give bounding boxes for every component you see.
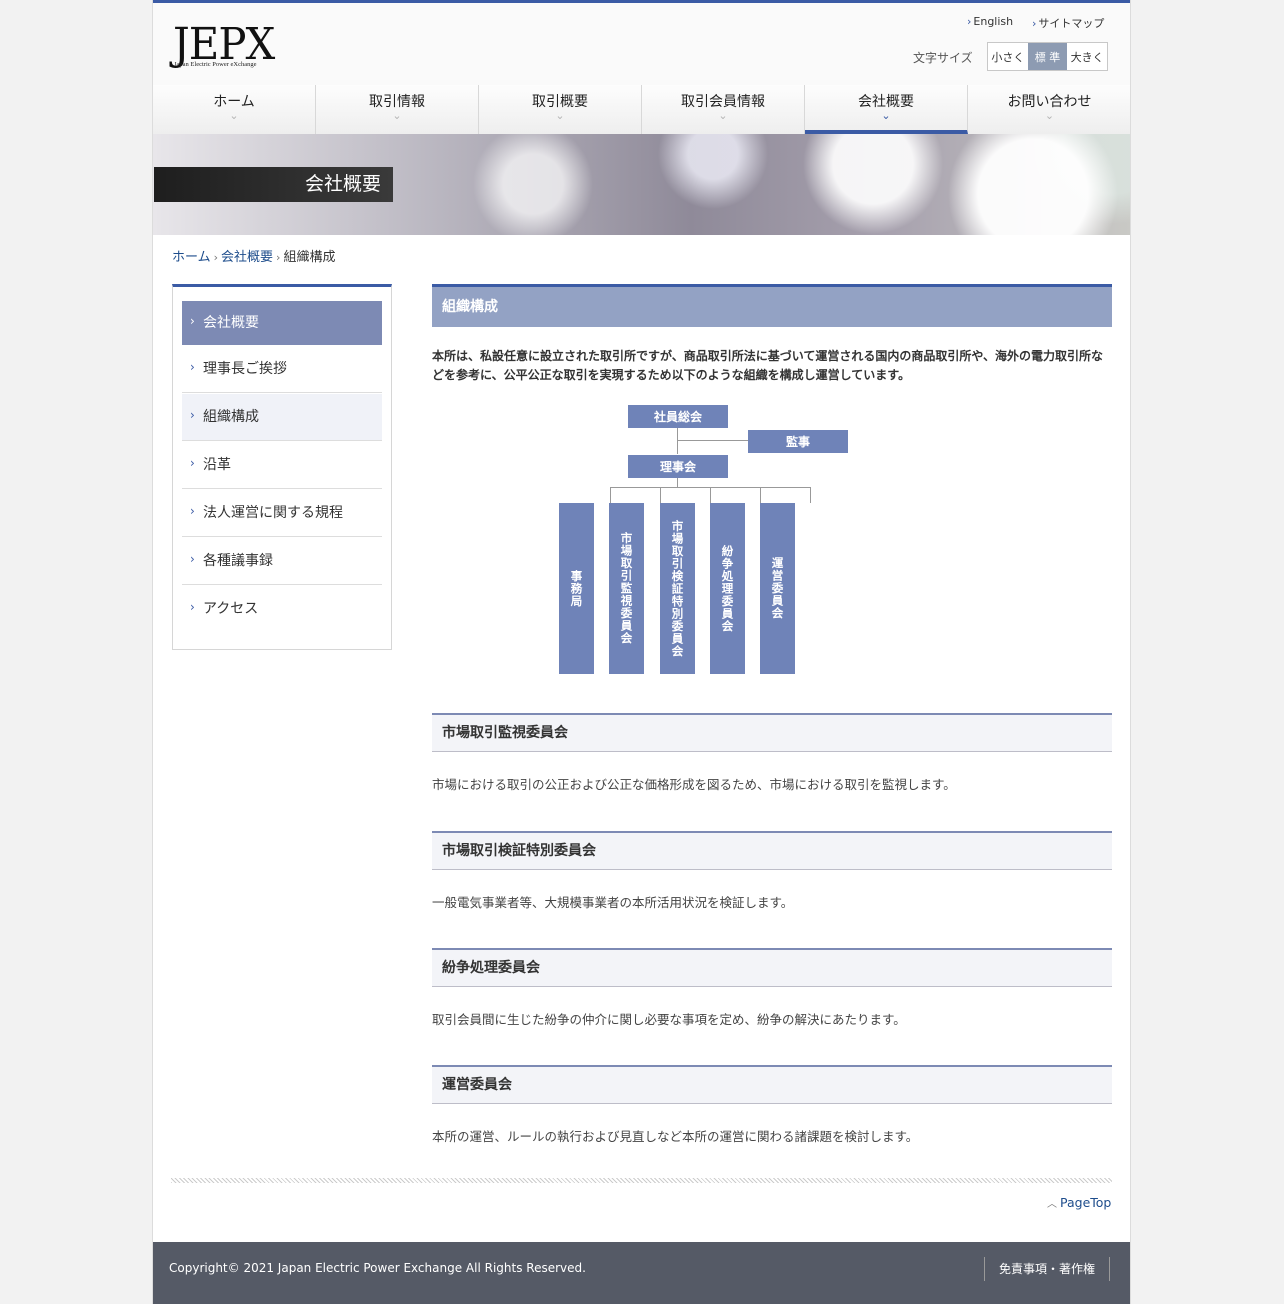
chevron-right-icon: › [967, 15, 972, 28]
org-operation-committee: 運営委員会 [760, 503, 795, 674]
hero-banner: 会社概要 [153, 134, 1130, 235]
org-auditor: 監事 [748, 430, 848, 453]
disclaimer-link[interactable]: 免責事項・著作権 [984, 1257, 1110, 1281]
org-secretariat: 事務局 [559, 503, 594, 674]
font-size-large-button[interactable]: 大きく [1067, 43, 1107, 70]
gnav-home[interactable]: ホーム ⌄ [153, 85, 316, 134]
font-size-switcher: 小さく 標 準 大きく [987, 42, 1108, 71]
footer: Copyright© 2021 Japan Electric Power Exc… [153, 1242, 1130, 1304]
sidebar: › 会社概要 › 理事長ご挨拶 › 組織構成 › 沿革 › 法人運営に関する規程 › 各種議… [172, 284, 392, 650]
org-special-verification-committee: 市場取引検証特別委員会 [660, 503, 695, 674]
gnav-trade-overview[interactable]: 取引概要 ⌄ [479, 85, 642, 134]
org-line [810, 487, 811, 503]
page-title: 組織構成 [432, 284, 1112, 327]
chevron-right-icon: › [190, 552, 195, 566]
org-line [677, 440, 749, 441]
sidebar-item-access[interactable]: › アクセス [182, 586, 382, 633]
gnav-member-info[interactable]: 取引会員情報 ⌄ [642, 85, 805, 134]
org-dispute-committee: 紛争処理委員会 [710, 503, 745, 674]
chevron-right-icon: › [213, 251, 219, 264]
section-title-verification: 市場取引検証特別委員会 [432, 831, 1112, 870]
org-line [760, 487, 761, 503]
section-title-monitoring: 市場取引監視委員会 [432, 713, 1112, 752]
chevron-right-icon: › [190, 408, 195, 422]
org-line [710, 487, 711, 503]
sidebar-item-greeting[interactable]: › 理事長ご挨拶 [182, 346, 382, 393]
sidebar-item-history[interactable]: › 沿革 [182, 442, 382, 489]
chevron-right-icon: › [190, 456, 195, 470]
sidebar-item-regulations[interactable]: › 法人運営に関する規程 [182, 490, 382, 537]
chevron-up-icon: ︿ [1047, 1199, 1057, 1210]
header: JEPX Japan Electric Power eXchange › Engl… [153, 3, 1130, 85]
logo-subtext: Japan Electric Power eXchange [174, 61, 257, 68]
breadcrumb-home[interactable]: ホーム [172, 250, 211, 265]
chevron-down-icon: ⌄ [1044, 109, 1055, 122]
org-chart: 社員総会 監事 理事会 事務局 市場取引監視委員会 市場取引検証特別委員会 紛争… [559, 405, 918, 675]
intro-text: 本所は、私設任意に設立された取引所ですが、商品取引所法に基づいて運営される国内の… [432, 349, 1104, 382]
gnav-contact[interactable]: お問い合わせ ⌄ [968, 85, 1131, 134]
org-general-meeting: 社員総会 [628, 405, 728, 428]
chevron-down-icon: ⌄ [881, 109, 891, 122]
breadcrumb-company[interactable]: 会社概要 [221, 250, 273, 265]
org-line [677, 428, 678, 454]
copyright: Copyright© 2021 Japan Electric Power Exc… [169, 1261, 586, 1275]
pagetop-link[interactable]: ︿ PageTop [1047, 1195, 1111, 1210]
section-text-dispute: 取引会員間に生じた紛争の仲介に関し必要な事項を定め、紛争の解決にあたります。 [432, 1012, 906, 1027]
jepx-logo[interactable]: JEPX Japan Electric Power eXchange [173, 23, 283, 73]
breadcrumb: ホーム › 会社概要 › 組織構成 [172, 246, 335, 265]
english-link[interactable]: › English [967, 15, 1013, 28]
org-line [610, 487, 611, 503]
org-line [660, 487, 661, 503]
org-board: 理事会 [628, 455, 728, 478]
divider [171, 1178, 1112, 1183]
section-text-verification: 一般電気事業者等、大規模事業者の本所活用状況を検証します。 [432, 895, 794, 910]
section-title-operation: 運営委員会 [432, 1065, 1112, 1104]
section-text-operation: 本所の運営、ルールの執行および見直しなど本所の運営に関わる諸課題を検討します。 [432, 1129, 919, 1144]
chevron-right-icon: › [190, 314, 195, 328]
sidebar-item-organization[interactable]: › 組織構成 [182, 394, 382, 441]
org-market-monitoring-committee: 市場取引監視委員会 [609, 503, 644, 674]
section-text-monitoring: 市場における取引の公正および公正な価格形成を図るため、市場における取引を監視しま… [432, 777, 956, 792]
chevron-down-icon: ⌄ [718, 109, 728, 122]
font-size-label: 文字サイズ [913, 51, 973, 65]
breadcrumb-current: 組織構成 [283, 250, 336, 265]
sidebar-item-minutes[interactable]: › 各種議事録 [182, 538, 382, 585]
chevron-down-icon: ⌄ [392, 109, 402, 122]
sidebar-heading[interactable]: › 会社概要 [182, 301, 382, 345]
chevron-right-icon: › [190, 360, 195, 374]
sitemap-link[interactable]: › サイトマップ [1032, 15, 1104, 31]
gnav-trade-info[interactable]: 取引情報 ⌄ [316, 85, 479, 134]
page: JEPX Japan Electric Power eXchange › Engl… [152, 0, 1131, 1304]
chevron-down-icon: ⌄ [555, 109, 565, 122]
chevron-right-icon: › [1032, 17, 1037, 30]
chevron-right-icon: › [190, 600, 195, 614]
font-size-small-button[interactable]: 小さく [988, 43, 1028, 70]
global-nav: ホーム ⌄ 取引情報 ⌄ 取引概要 ⌄ 取引会員情報 ⌄ 会社概要 ⌄ お問い合わせ ⌄ [153, 85, 1130, 135]
chevron-down-icon: ⌄ [229, 109, 239, 122]
hero-title: 会社概要 [154, 167, 393, 202]
chevron-right-icon: › [276, 251, 281, 264]
section-title-dispute: 紛争処理委員会 [432, 948, 1112, 987]
font-size-standard-button[interactable]: 標 準 [1027, 43, 1068, 70]
gnav-company[interactable]: 会社概要 ⌄ [805, 85, 968, 134]
chevron-right-icon: › [190, 504, 195, 518]
